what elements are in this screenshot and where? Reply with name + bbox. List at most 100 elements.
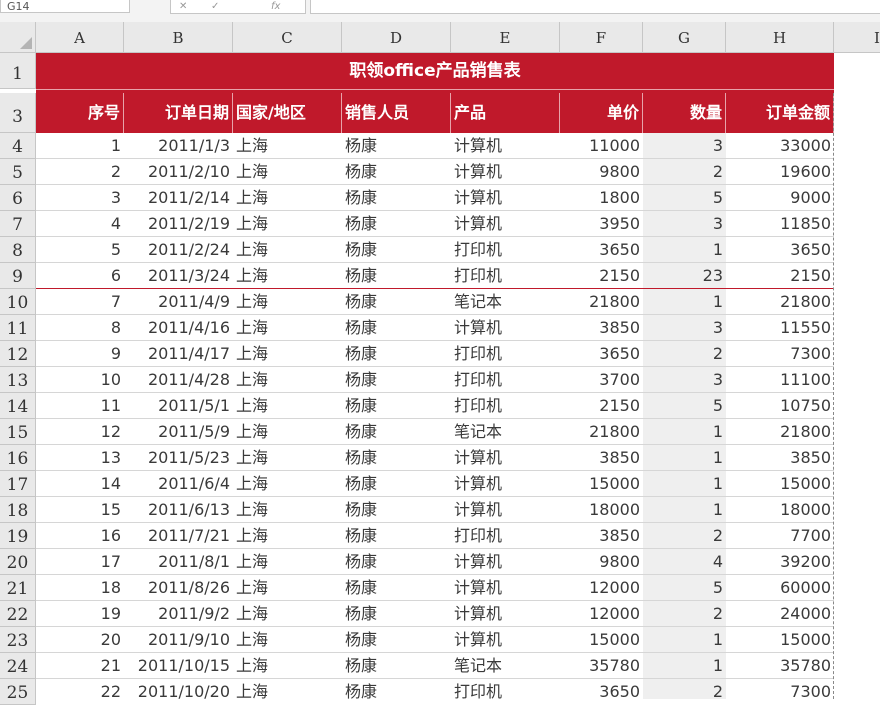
cell-seq[interactable]: 9 — [36, 341, 124, 366]
header-seq[interactable]: 序号 — [36, 93, 124, 133]
cell-country[interactable]: 上海 — [233, 419, 342, 444]
cell-order-date[interactable]: 2011/4/9 — [124, 289, 233, 314]
cell-seq[interactable]: 3 — [36, 185, 124, 210]
cell-salesperson[interactable]: 杨康 — [342, 211, 451, 236]
formula-input[interactable] — [310, 0, 880, 14]
cell-quantity[interactable]: 1 — [643, 471, 726, 496]
cell-product[interactable]: 打印机 — [451, 367, 560, 392]
cell-order-amount[interactable]: 7300 — [726, 679, 834, 699]
cell-order-amount[interactable]: 7700 — [726, 523, 834, 548]
row-header-11[interactable]: 11 — [0, 315, 36, 341]
cell-order-amount[interactable]: 11550 — [726, 315, 834, 340]
cell-unit-price[interactable]: 12000 — [560, 575, 643, 600]
row-header-17[interactable]: 17 — [0, 471, 36, 497]
cell-product[interactable]: 计算机 — [451, 497, 560, 522]
cancel-icon[interactable]: ✕ — [179, 0, 187, 13]
cell-country[interactable]: 上海 — [233, 341, 342, 366]
cell-unit-price[interactable]: 3850 — [560, 445, 643, 470]
header-unit-price[interactable]: 单价 — [560, 93, 643, 133]
cell-order-date[interactable]: 2011/5/23 — [124, 445, 233, 470]
row-header-8[interactable]: 8 — [0, 237, 36, 263]
cell-country[interactable]: 上海 — [233, 159, 342, 184]
cell-quantity[interactable]: 3 — [643, 367, 726, 392]
row-header-25[interactable]: 25 — [0, 679, 36, 705]
cell-country[interactable]: 上海 — [233, 185, 342, 210]
cell-unit-price[interactable]: 3650 — [560, 237, 643, 262]
cell-country[interactable]: 上海 — [233, 237, 342, 262]
cell-product[interactable]: 计算机 — [451, 159, 560, 184]
cell-product[interactable]: 计算机 — [451, 445, 560, 470]
cell-unit-price[interactable]: 3650 — [560, 341, 643, 366]
header-product[interactable]: 产品 — [451, 93, 560, 133]
header-quantity[interactable]: 数量 — [643, 93, 726, 133]
cell-order-date[interactable]: 2011/8/26 — [124, 575, 233, 600]
cell-quantity[interactable]: 5 — [643, 393, 726, 418]
cell-salesperson[interactable]: 杨康 — [342, 549, 451, 574]
cell-salesperson[interactable]: 杨康 — [342, 419, 451, 444]
cell-seq[interactable]: 8 — [36, 315, 124, 340]
cell-product[interactable]: 计算机 — [451, 133, 560, 158]
enter-icon[interactable]: ✓ — [211, 0, 219, 13]
cell-order-amount[interactable]: 18000 — [726, 497, 834, 522]
fx-icon[interactable]: fx — [271, 0, 280, 13]
cell-country[interactable]: 上海 — [233, 549, 342, 574]
name-box[interactable]: G14 — [0, 0, 130, 13]
row-header-3[interactable]: 3 — [0, 93, 36, 133]
cell-unit-price[interactable]: 21800 — [560, 419, 643, 444]
row-header-19[interactable]: 19 — [0, 523, 36, 549]
cell-seq[interactable]: 14 — [36, 471, 124, 496]
column-header-c[interactable]: C — [233, 22, 342, 53]
row-header-24[interactable]: 24 — [0, 653, 36, 679]
cell-product[interactable]: 计算机 — [451, 601, 560, 626]
cell-quantity[interactable]: 1 — [643, 289, 726, 314]
cell-country[interactable]: 上海 — [233, 471, 342, 496]
cell-order-date[interactable]: 2011/4/17 — [124, 341, 233, 366]
cell-unit-price[interactable]: 2150 — [560, 263, 643, 288]
cell-order-date[interactable]: 2011/8/1 — [124, 549, 233, 574]
cell-salesperson[interactable]: 杨康 — [342, 237, 451, 262]
cell-country[interactable]: 上海 — [233, 133, 342, 158]
column-header-d[interactable]: D — [342, 22, 451, 53]
cell-salesperson[interactable]: 杨康 — [342, 133, 451, 158]
header-order-amount[interactable]: 订单金额 — [726, 93, 834, 133]
cell-quantity[interactable]: 1 — [643, 237, 726, 262]
row-header-13[interactable]: 13 — [0, 367, 36, 393]
cell-quantity[interactable]: 1 — [643, 653, 726, 678]
cell-quantity[interactable]: 1 — [643, 419, 726, 444]
cell-seq[interactable]: 20 — [36, 627, 124, 652]
cell-unit-price[interactable]: 12000 — [560, 601, 643, 626]
column-header-f[interactable]: F — [560, 22, 643, 53]
cell-unit-price[interactable]: 3850 — [560, 523, 643, 548]
cell-seq[interactable]: 4 — [36, 211, 124, 236]
cell-unit-price[interactable]: 3950 — [560, 211, 643, 236]
cell-country[interactable]: 上海 — [233, 497, 342, 522]
row-header-21[interactable]: 21 — [0, 575, 36, 601]
cell-unit-price[interactable]: 15000 — [560, 627, 643, 652]
cell-order-amount[interactable]: 21800 — [726, 289, 834, 314]
row-header-22[interactable]: 22 — [0, 601, 36, 627]
cell-order-date[interactable]: 2011/9/2 — [124, 601, 233, 626]
cell-salesperson[interactable]: 杨康 — [342, 367, 451, 392]
row-header-4[interactable]: 4 — [0, 133, 36, 159]
cell-product[interactable]: 计算机 — [451, 471, 560, 496]
cell-unit-price[interactable]: 15000 — [560, 471, 643, 496]
cell-salesperson[interactable]: 杨康 — [342, 445, 451, 470]
cell-seq[interactable]: 12 — [36, 419, 124, 444]
cell-product[interactable]: 笔记本 — [451, 419, 560, 444]
cell-salesperson[interactable]: 杨康 — [342, 263, 451, 288]
cell-quantity[interactable]: 23 — [643, 263, 726, 288]
cell-salesperson[interactable]: 杨康 — [342, 601, 451, 626]
cell-salesperson[interactable]: 杨康 — [342, 289, 451, 314]
row-header-1[interactable]: 1 — [0, 53, 36, 89]
cell-salesperson[interactable]: 杨康 — [342, 679, 451, 699]
column-header-i[interactable]: I — [834, 22, 880, 53]
cell-product[interactable]: 笔记本 — [451, 653, 560, 678]
cell-order-date[interactable]: 2011/5/1 — [124, 393, 233, 418]
row-header-12[interactable]: 12 — [0, 341, 36, 367]
row-header-6[interactable]: 6 — [0, 185, 36, 211]
cell-product[interactable]: 计算机 — [451, 575, 560, 600]
row-header-23[interactable]: 23 — [0, 627, 36, 653]
cell-country[interactable]: 上海 — [233, 653, 342, 678]
cell-unit-price[interactable]: 18000 — [560, 497, 643, 522]
sheet-title[interactable]: 职领office产品销售表 — [36, 53, 834, 89]
